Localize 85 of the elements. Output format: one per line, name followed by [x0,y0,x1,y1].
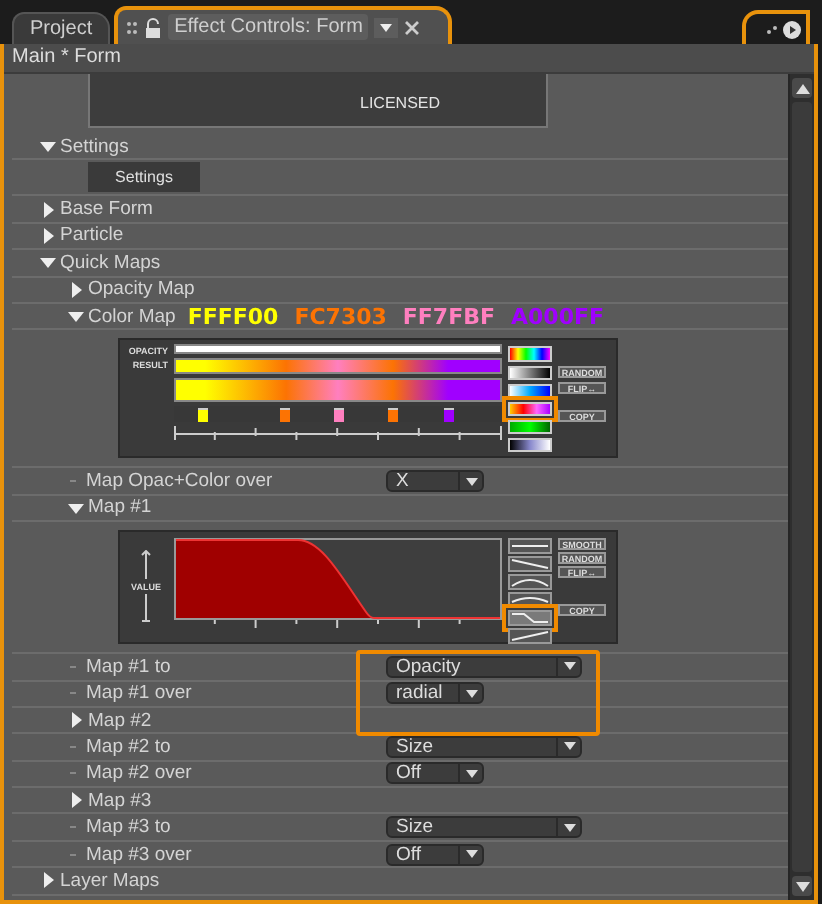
group-label: Settings [60,135,129,158]
panel-menu-icon[interactable] [782,19,802,39]
license-status: LICENSED [360,94,441,112]
curve-shape-icon [510,612,550,625]
disclosure-triangle[interactable] [68,308,84,325]
dropdown-icon[interactable] [374,17,399,37]
curve-preset[interactable] [508,556,552,573]
scrollbar-thumb[interactable] [792,102,812,872]
caret-icon [563,823,575,832]
param-label: Map Opac+Color over [86,470,275,493]
param-label: Map #2 to [86,735,173,758]
caret-icon [563,742,575,751]
curve-preset[interactable] [508,574,552,591]
grip-icon[interactable] [766,23,778,35]
group-label: Base Form [60,198,153,221]
color-code: FFFF00 [187,303,279,330]
group-label: Map #3 [88,789,152,812]
gradient-preset[interactable] [508,365,552,380]
caret-icon [465,850,477,859]
curve-shape-icon [510,630,550,643]
param-label: Map #3 over [86,843,194,866]
disclosure-triangle[interactable] [68,792,84,809]
group-label: Layer Maps [60,869,160,892]
color-stop[interactable] [280,408,291,423]
color-stop[interactable] [333,408,343,423]
close-icon[interactable] [404,19,421,35]
breadcrumb: Main * Form [4,44,814,74]
disclosure-triangle[interactable] [40,138,56,155]
gradient-preset[interactable] [508,401,552,417]
disclosure-triangle[interactable] [68,499,84,516]
color-code: A000FF [511,303,605,330]
color-code: FC7303 [294,303,387,330]
disclosure-triangle[interactable] [40,201,56,218]
group-label: Map #2 [88,709,152,732]
caret-icon [465,477,477,486]
disclosure-triangle[interactable] [68,281,84,298]
caret-icon [465,689,477,698]
dropdown[interactable]: Off [386,762,484,785]
curve-shape-icon [510,594,550,607]
disclosure-triangle[interactable] [40,872,56,889]
dropdown[interactable]: X [386,470,484,493]
axis-line-icon [140,594,152,625]
disclosure-triangle[interactable] [68,712,84,729]
dropdown[interactable]: Opacity [386,655,582,678]
scroll-up-button[interactable] [792,78,812,98]
lock-icon[interactable] [144,17,163,37]
group-label: Map #1 [88,496,152,519]
curve-preset[interactable] [508,610,552,627]
curve-shape-icon [510,576,550,589]
color-stop[interactable] [444,408,455,423]
gradient-preset[interactable] [508,346,552,362]
curve-graph[interactable] [174,538,502,631]
grip-icon[interactable] [126,19,139,35]
param-label: Map #3 to [86,816,173,839]
curve-preset[interactable] [508,628,552,645]
curve-preset[interactable] [508,538,552,555]
scroll-down-button[interactable] [792,876,812,896]
dropdown[interactable]: Off [386,843,484,866]
caret-icon [465,769,477,778]
panel-tab[interactable]: Effect Controls: Form [114,6,453,44]
axis-arrow-icon [140,550,152,581]
gradient-preset[interactable] [508,438,552,453]
dropdown[interactable]: Size [386,816,582,839]
curve-shape-icon [510,540,550,553]
disclosure-triangle[interactable] [40,254,56,271]
gradient-preset[interactable] [508,420,552,435]
group-label: Opacity Map [88,278,195,301]
group-label: Color Map [88,305,176,328]
dropdown[interactable]: Size [386,735,582,758]
color-code: FF7FBF [402,303,496,330]
color-stop[interactable] [198,408,209,423]
param-label: Map #2 over [86,762,194,785]
param-label: Map #1 over [86,682,194,705]
dropdown[interactable]: radial [386,682,484,705]
caret-icon [563,662,575,671]
group-label: Particle [60,224,124,247]
panel-tab[interactable]: Project [12,12,111,44]
gradient-preset[interactable] [508,383,552,398]
group-label: Quick Maps [60,251,161,274]
curve-shape-icon [510,558,550,571]
settings-button[interactable]: Settings [88,162,200,193]
param-label: Map #1 to [86,655,173,678]
disclosure-triangle[interactable] [40,227,56,244]
color-stop[interactable] [388,408,399,423]
color-gradient[interactable] [174,378,502,403]
